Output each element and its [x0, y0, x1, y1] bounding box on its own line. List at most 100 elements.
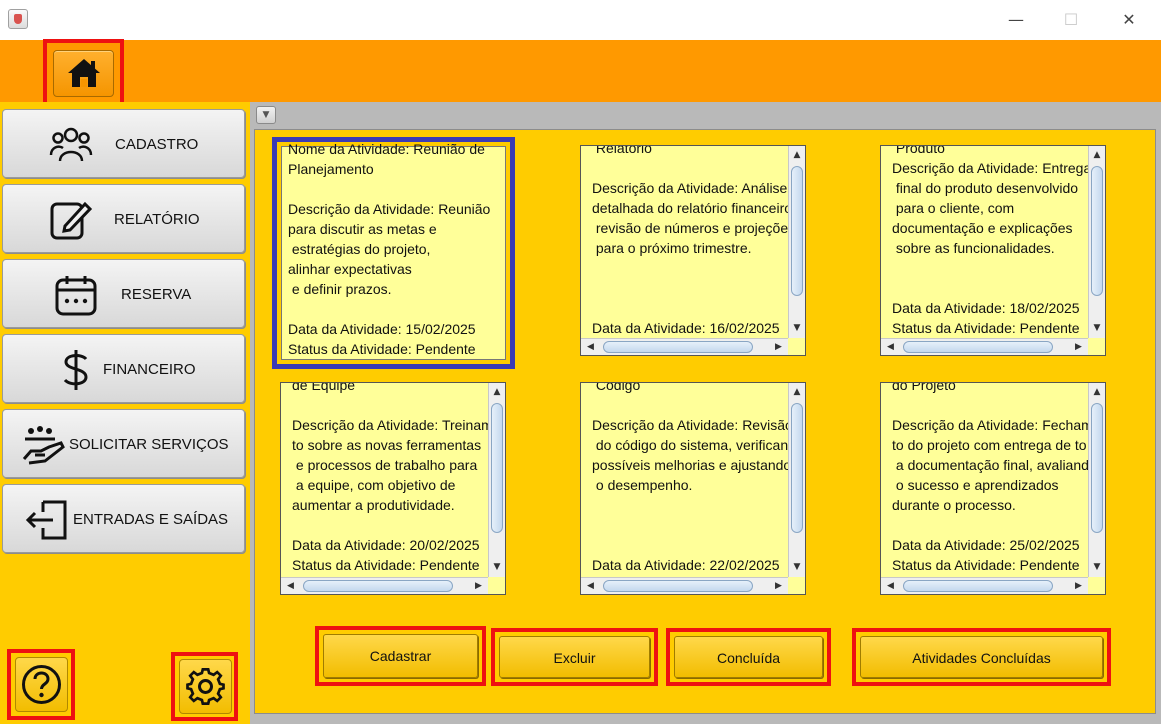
- activity-card[interactable]: do Projeto Descrição da Atividade: Fecha…: [880, 382, 1106, 595]
- home-highlight: [43, 39, 124, 107]
- scroll-left-icon[interactable]: ◀: [883, 578, 898, 594]
- scroll-down-icon[interactable]: ▼: [489, 560, 505, 575]
- question-icon: [22, 665, 61, 704]
- sidebar-item-label: RELATÓRIO: [114, 211, 200, 228]
- sidebar-item-label: ENTRADAS E SAÍDAS: [73, 511, 229, 528]
- maximize-button[interactable]: ☐: [1059, 8, 1083, 32]
- vertical-scrollbar[interactable]: ▲ ▼: [1088, 383, 1105, 577]
- collapse-toggle-button[interactable]: ▼: [256, 106, 276, 124]
- card-text: Produto Descrição da Atividade: Entrega …: [892, 145, 1092, 336]
- sidebar-item-label: FINANCEIRO: [103, 361, 196, 378]
- sidebar-item-financeiro[interactable]: FINANCEIRO: [2, 334, 245, 403]
- button-label: Cadastrar: [369, 648, 432, 664]
- vertical-scrollbar[interactable]: ▲ ▼: [788, 383, 805, 577]
- horizontal-scrollbar[interactable]: ◀ ▶: [581, 577, 788, 594]
- scroll-corner: [1088, 577, 1105, 594]
- scroll-up-icon[interactable]: ▲: [489, 385, 505, 400]
- scroll-thumb[interactable]: [1091, 403, 1103, 533]
- scroll-thumb[interactable]: [903, 580, 1053, 592]
- sidebar-item-cadastro[interactable]: CADASTRO: [2, 109, 245, 178]
- java-app-icon: [8, 9, 28, 29]
- scroll-thumb[interactable]: [603, 341, 753, 353]
- atividades-concluidas-button[interactable]: Atividades Concluídas: [860, 636, 1103, 678]
- concluida-highlight: Concluída: [666, 628, 831, 686]
- scroll-right-icon[interactable]: ▶: [771, 339, 786, 355]
- help-button[interactable]: [15, 657, 68, 712]
- vertical-scrollbar[interactable]: ▲ ▼: [788, 146, 805, 338]
- horizontal-scrollbar[interactable]: ◀ ▶: [881, 338, 1088, 355]
- scroll-up-icon[interactable]: ▲: [1089, 385, 1105, 400]
- cadastrar-button[interactable]: Cadastrar: [323, 634, 478, 678]
- home-icon: [68, 59, 100, 87]
- gear-icon: [186, 668, 225, 705]
- scroll-down-icon[interactable]: ▼: [1089, 321, 1105, 336]
- scroll-corner: [1088, 338, 1105, 355]
- service-hand-icon: [22, 426, 65, 465]
- button-label: Concluída: [716, 650, 781, 666]
- calendar-icon: [55, 276, 97, 316]
- top-toolbar: [0, 40, 1161, 102]
- scroll-thumb[interactable]: [903, 341, 1053, 353]
- activity-card[interactable]: Código Descrição da Atividade: Revisão d…: [580, 382, 806, 595]
- activity-card[interactable]: Relatório Descrição da Atividade: Anális…: [580, 145, 806, 356]
- scroll-corner: [788, 577, 805, 594]
- scroll-right-icon[interactable]: ▶: [771, 578, 786, 594]
- users-icon: [49, 127, 93, 162]
- close-button[interactable]: ✕: [1117, 8, 1141, 32]
- scroll-thumb[interactable]: [303, 580, 453, 592]
- settings-button[interactable]: [179, 659, 232, 714]
- scroll-left-icon[interactable]: ◀: [283, 578, 298, 594]
- scroll-thumb[interactable]: [791, 403, 803, 533]
- sidebar-item-label: RESERVA: [121, 286, 192, 303]
- minimize-button[interactable]: —: [1004, 8, 1028, 32]
- scroll-thumb[interactable]: [791, 166, 803, 296]
- scroll-right-icon[interactable]: ▶: [1071, 339, 1086, 355]
- activity-card[interactable]: Nome da Atividade: Reunião de Planejamen…: [272, 137, 515, 369]
- excluir-button[interactable]: Excluir: [499, 636, 650, 678]
- sidebar-item-reserva[interactable]: RESERVA: [2, 259, 245, 328]
- scroll-down-icon[interactable]: ▼: [789, 560, 805, 575]
- vertical-scrollbar[interactable]: ▲ ▼: [1088, 146, 1105, 338]
- scroll-left-icon[interactable]: ◀: [583, 578, 598, 594]
- card-text: do Projeto Descrição da Atividade: Fecha…: [892, 382, 1106, 573]
- activity-card[interactable]: de Equipe Descrição da Atividade: Treina…: [280, 382, 506, 595]
- scroll-thumb[interactable]: [1091, 166, 1103, 296]
- horizontal-scrollbar[interactable]: ◀ ▶: [581, 338, 788, 355]
- card-text: Código Descrição da Atividade: Revisão d…: [592, 382, 804, 593]
- scroll-left-icon[interactable]: ◀: [883, 339, 898, 355]
- button-label: Atividades Concluídas: [912, 650, 1051, 666]
- card-text: Nome da Atividade: Reunião de Planejamen…: [288, 141, 491, 357]
- horizontal-scrollbar[interactable]: ◀ ▶: [281, 577, 488, 594]
- scroll-right-icon[interactable]: ▶: [1071, 578, 1086, 594]
- sidebar-item-solicitar-servicos[interactable]: SOLICITAR SERVIÇOS: [2, 409, 245, 478]
- scroll-up-icon[interactable]: ▲: [789, 385, 805, 400]
- vertical-scrollbar[interactable]: ▲ ▼: [488, 383, 505, 577]
- scroll-up-icon[interactable]: ▲: [789, 148, 805, 163]
- scroll-left-icon[interactable]: ◀: [583, 339, 598, 355]
- scroll-down-icon[interactable]: ▼: [1089, 560, 1105, 575]
- sidebar-item-label: CADASTRO: [115, 136, 199, 153]
- concluida-button[interactable]: Concluída: [674, 636, 823, 678]
- home-button[interactable]: [53, 50, 114, 97]
- horizontal-scrollbar[interactable]: ◀ ▶: [881, 577, 1088, 594]
- scroll-down-icon[interactable]: ▼: [789, 321, 805, 336]
- excluir-highlight: Excluir: [491, 628, 658, 686]
- scroll-corner: [788, 338, 805, 355]
- activity-card[interactable]: Produto Descrição da Atividade: Entrega …: [880, 145, 1106, 356]
- settings-highlight: [171, 652, 238, 721]
- button-label: Excluir: [553, 650, 596, 666]
- sidebar-item-relatorio[interactable]: RELATÓRIO: [2, 184, 245, 253]
- sidebar-item-entradas-saidas[interactable]: ENTRADAS E SAÍDAS: [2, 484, 245, 553]
- scroll-corner: [488, 577, 505, 594]
- scroll-up-icon[interactable]: ▲: [1089, 148, 1105, 163]
- scroll-thumb[interactable]: [603, 580, 753, 592]
- card-content: Nome da Atividade: Reunião de Planejamen…: [281, 142, 506, 360]
- card-text: Relatório Descrição da Atividade: Anális…: [592, 145, 796, 355]
- scroll-thumb[interactable]: [491, 403, 503, 533]
- scroll-right-icon[interactable]: ▶: [471, 578, 486, 594]
- dollar-icon: [63, 350, 88, 390]
- help-highlight: [7, 649, 75, 720]
- atividades-concluidas-highlight: Atividades Concluídas: [852, 628, 1111, 686]
- exit-door-icon: [25, 500, 67, 540]
- edit-document-icon: [50, 201, 93, 240]
